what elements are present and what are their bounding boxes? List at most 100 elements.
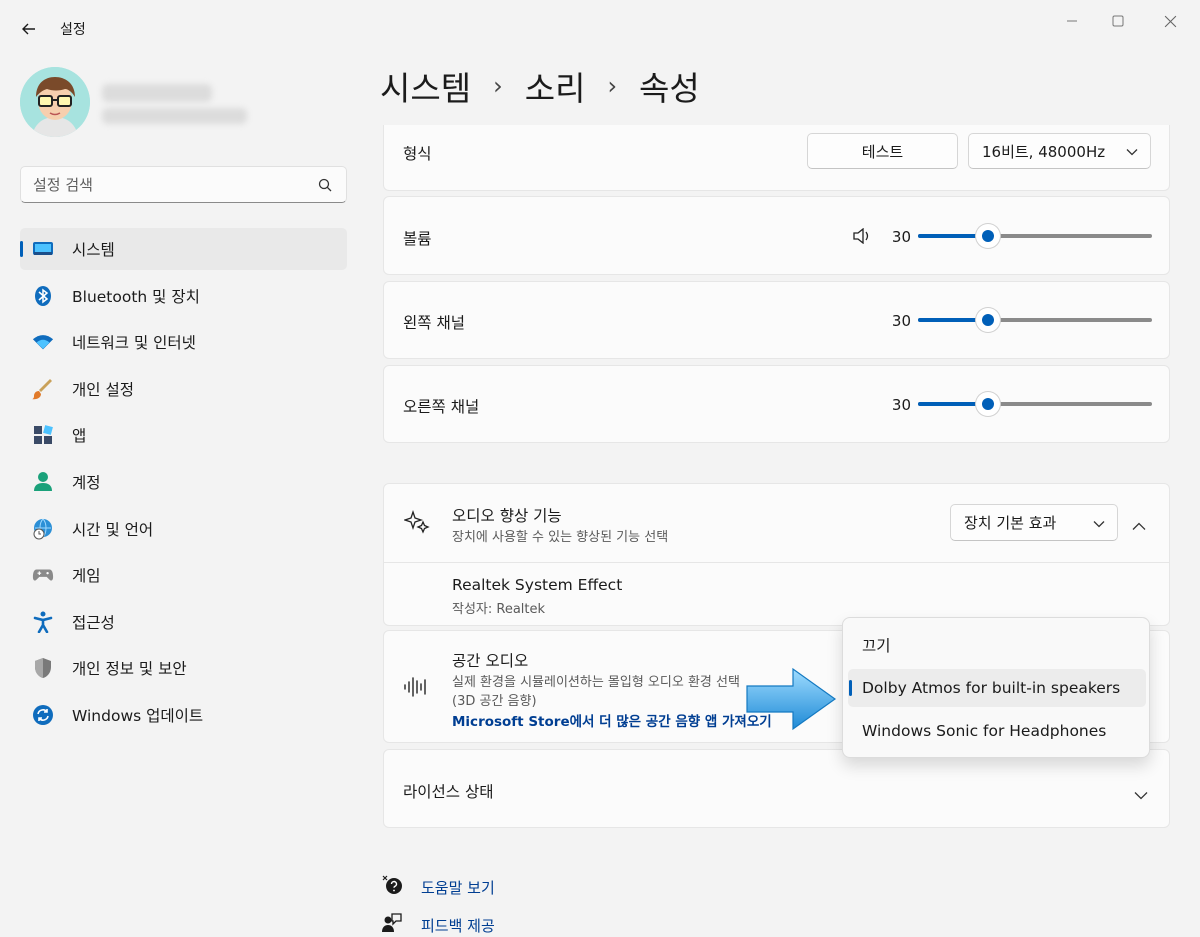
sidebar-item-apps[interactable]: 앱: [20, 414, 347, 456]
sidebar-item-accessibility[interactable]: 접근성: [20, 601, 347, 643]
sidebar-item-time-language[interactable]: 시간 및 언어: [20, 508, 347, 550]
update-icon: [32, 704, 54, 726]
sidebar-item-system[interactable]: 시스템: [20, 228, 347, 270]
chevron-up-icon[interactable]: [1132, 516, 1146, 535]
sparkle-icon: [402, 509, 430, 539]
breadcrumb-system[interactable]: 시스템: [380, 62, 471, 110]
help-label: 도움말 보기: [421, 878, 495, 897]
sidebar-item-label: Bluetooth 및 장치: [72, 287, 200, 306]
menu-item-dolby-atmos[interactable]: Dolby Atmos for built-in speakers: [848, 669, 1146, 707]
breadcrumb-sound[interactable]: 소리: [525, 62, 586, 110]
sidebar-item-label: 접근성: [72, 613, 115, 632]
minimize-button[interactable]: [1050, 8, 1094, 34]
annotation-arrow-icon: [745, 666, 837, 736]
page-title: 속성: [639, 69, 700, 108]
audio-enhancement-title: 오디오 향상 기능: [452, 507, 562, 525]
waveform-icon: [403, 676, 429, 702]
search-icon[interactable]: [318, 177, 332, 196]
left-channel-slider[interactable]: [918, 308, 1152, 332]
maximize-icon: [1112, 15, 1124, 27]
shield-icon: [32, 657, 54, 679]
left-channel-label: 왼쪽 채널: [403, 314, 465, 332]
volume-slider[interactable]: [918, 224, 1152, 248]
brush-icon: [32, 378, 54, 400]
sidebar-item-label: 계정: [72, 473, 101, 492]
help-link[interactable]: 도움말 보기: [381, 874, 495, 900]
test-button[interactable]: 테스트: [807, 133, 958, 169]
audio-enhancement-card: 오디오 향상 기능 장치에 사용할 수 있는 향상된 기능 선택 장치 기본 효…: [383, 483, 1170, 626]
spatial-audio-menu: 끄기 Dolby Atmos for built-in speakers Win…: [842, 617, 1150, 758]
spatial-audio-description-2: (3D 공간 음향): [452, 694, 537, 709]
slider-thumb[interactable]: [976, 224, 1001, 248]
sidebar-item-label: 네트워크 및 인터넷: [72, 334, 196, 353]
format-dropdown[interactable]: 16비트, 48000Hz: [968, 133, 1151, 169]
apps-icon: [32, 424, 54, 446]
format-label: 형식: [403, 145, 432, 163]
sidebar-item-label: 앱: [72, 427, 87, 446]
profile-name-blurred: [102, 84, 212, 102]
license-card[interactable]: 라이선스 상태: [383, 749, 1170, 828]
enhancement-dropdown[interactable]: 장치 기본 효과: [950, 504, 1118, 541]
accessibility-icon: [32, 611, 54, 633]
sidebar-item-label: 게임: [72, 567, 101, 586]
audio-enhancement-subtitle: 장치에 사용할 수 있는 향상된 기능 선택: [452, 530, 669, 545]
minimize-icon: [1067, 20, 1077, 22]
app-title: 설정: [60, 22, 86, 38]
spatial-audio-description: 실제 환경을 시뮬레이션하는 몰입형 오디오 환경 선택: [452, 675, 740, 690]
sidebar-item-label: Windows 업데이트: [72, 706, 204, 725]
chevron-down-icon: [1126, 142, 1138, 160]
sidebar-item-privacy[interactable]: 개인 정보 및 보안: [20, 647, 347, 689]
sidebar-nav: 시스템 Bluetooth 및 장치 네트워크 및 인터넷 개인 설정 앱 계정: [20, 228, 347, 741]
enhancement-dropdown-value: 장치 기본 효과: [964, 514, 1057, 532]
chevron-down-icon: [1093, 514, 1105, 532]
close-button[interactable]: [1148, 8, 1192, 34]
menu-item-off[interactable]: 끄기: [848, 626, 1146, 664]
speaker-icon[interactable]: [853, 227, 871, 248]
globe-clock-icon: [32, 518, 54, 540]
divider: [384, 562, 1169, 563]
right-channel-value: 30: [891, 396, 911, 414]
feedback-link[interactable]: 피드백 제공: [381, 912, 495, 937]
breadcrumb: 시스템 › 소리 › 속성: [380, 62, 700, 110]
profile-email-blurred: [102, 108, 247, 124]
chevron-right-icon: ›: [607, 72, 618, 100]
sidebar-item-accounts[interactable]: 계정: [20, 461, 347, 503]
sidebar-item-windows-update[interactable]: Windows 업데이트: [20, 694, 347, 736]
avatar-image: [20, 67, 90, 137]
back-button[interactable]: [14, 14, 44, 44]
wifi-icon: [32, 331, 54, 353]
format-dropdown-value: 16비트, 48000Hz: [982, 142, 1106, 161]
volume-card: 볼륨 30: [383, 196, 1170, 275]
help-icon: [381, 874, 403, 900]
system-icon: [32, 238, 54, 260]
sidebar-item-bluetooth[interactable]: Bluetooth 및 장치: [20, 275, 347, 317]
spatial-audio-title: 공간 오디오: [452, 652, 529, 670]
sidebar-item-personalization[interactable]: 개인 설정: [20, 368, 347, 410]
sidebar-item-network[interactable]: 네트워크 및 인터넷: [20, 321, 347, 363]
volume-value: 30: [891, 228, 911, 246]
chevron-right-icon: ›: [493, 72, 503, 100]
right-channel-card: 오른쪽 채널 30: [383, 365, 1170, 443]
close-icon: [1164, 15, 1176, 27]
maximize-button[interactable]: [1096, 8, 1140, 34]
feedback-icon: [381, 912, 403, 937]
search-input[interactable]: [33, 167, 313, 202]
chevron-down-icon[interactable]: [1134, 785, 1148, 804]
right-channel-label: 오른쪽 채널: [403, 398, 480, 416]
avatar[interactable]: [20, 67, 90, 137]
menu-item-windows-sonic[interactable]: Windows Sonic for Headphones: [848, 712, 1146, 750]
volume-label: 볼륨: [403, 230, 432, 248]
format-card: 형식 테스트 16비트, 48000Hz: [383, 125, 1170, 191]
left-channel-value: 30: [891, 312, 911, 330]
slider-thumb[interactable]: [976, 308, 1001, 332]
sidebar-item-gaming[interactable]: 게임: [20, 554, 347, 596]
effect-publisher: 작성자: Realtek: [452, 602, 546, 617]
back-arrow-icon: [22, 23, 35, 35]
title-bar: 설정: [0, 0, 1200, 56]
gamepad-icon: [32, 564, 54, 586]
slider-thumb[interactable]: [976, 392, 1001, 416]
search-box[interactable]: [20, 166, 347, 203]
microsoft-store-link[interactable]: Microsoft Store에서 더 많은 공간 음향 앱 가져오기: [452, 710, 772, 730]
right-channel-slider[interactable]: [918, 392, 1152, 416]
account-icon: [32, 471, 54, 493]
